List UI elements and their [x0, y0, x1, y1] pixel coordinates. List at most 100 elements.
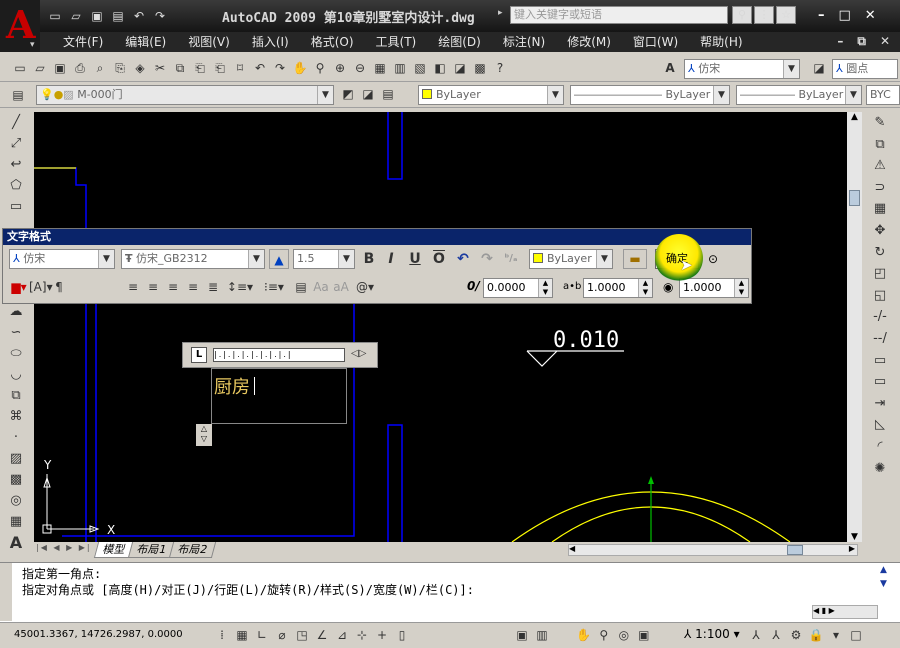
- menu-item[interactable]: 格式(O): [300, 34, 365, 50]
- insert-block-icon[interactable]: ⧉: [4, 385, 28, 406]
- cmd-scroll-up-icon[interactable]: ▲: [880, 565, 894, 575]
- mtext-input-box[interactable]: 厨房: [211, 368, 347, 424]
- scroll-left-icon[interactable]: ◀: [569, 544, 575, 553]
- cut-icon[interactable]: ✂: [150, 58, 170, 78]
- redo-tool-icon[interactable]: ↷: [270, 58, 290, 78]
- help-icon[interactable]: ?: [490, 58, 510, 78]
- options-icon[interactable]: ⊙: [705, 249, 721, 269]
- spline-icon[interactable]: ∽: [4, 322, 28, 343]
- align-right-icon[interactable]: ≡: [163, 277, 183, 297]
- open-icon[interactable]: ▱: [67, 8, 85, 24]
- gradient-icon[interactable]: ▩: [4, 469, 28, 490]
- lineweight-select[interactable]: ――――― ByLayer ▼: [736, 85, 862, 105]
- extend-icon[interactable]: --/: [866, 328, 894, 350]
- menu-item[interactable]: 窗口(W): [622, 34, 689, 50]
- chamfer-icon[interactable]: ◺: [866, 414, 894, 436]
- search-input[interactable]: 键入关键字或短语: [510, 6, 728, 24]
- menu-item[interactable]: 工具(T): [365, 34, 428, 50]
- scroll-up-icon[interactable]: ▲: [847, 112, 862, 128]
- preview-icon[interactable]: ⌕: [90, 58, 110, 78]
- save-icon[interactable]: ▣: [88, 8, 106, 24]
- ducs-icon[interactable]: ⊿: [332, 625, 352, 645]
- block-paste-icon[interactable]: ⎗: [210, 58, 230, 78]
- menu-item[interactable]: 绘图(D): [427, 34, 492, 50]
- doc-restore-icon[interactable]: ⧉: [857, 34, 866, 49]
- lwt-icon[interactable]: +: [372, 625, 392, 645]
- tf-style-select[interactable]: ⅄ 仿宋 ▼: [9, 249, 115, 269]
- maximize-icon[interactable]: □: [839, 8, 851, 23]
- rectangle-icon[interactable]: ▭: [4, 196, 28, 217]
- undo-tool-icon[interactable]: ↶: [250, 58, 270, 78]
- scroll-down-icon[interactable]: ▼: [847, 532, 862, 542]
- layer-select[interactable]: 💡●▨ M-000门 ▼: [36, 85, 334, 105]
- snap-icon[interactable]: ⁞: [212, 625, 232, 645]
- menu-item[interactable]: 视图(V): [177, 34, 241, 50]
- layer-current-icon[interactable]: ◩: [338, 84, 358, 104]
- paragraph-icon[interactable]: ¶: [49, 277, 69, 297]
- move-icon[interactable]: ✥: [866, 220, 894, 242]
- layout-icon[interactable]: ▥: [532, 625, 552, 645]
- uppercase-icon[interactable]: Aa: [311, 277, 331, 297]
- zoom-status-icon[interactable]: ⚲: [594, 625, 614, 645]
- steering-wheel-icon[interactable]: ◎: [614, 625, 634, 645]
- menu-item[interactable]: 插入(I): [241, 34, 300, 50]
- line-icon[interactable]: ╱: [4, 112, 28, 133]
- lowercase-icon[interactable]: aA: [331, 277, 351, 297]
- cmd-hscroll[interactable]: ◀ ▮ ▶: [812, 605, 878, 619]
- overline-button[interactable]: O: [429, 249, 449, 269]
- explode-icon[interactable]: ✺: [866, 458, 894, 480]
- text-style-icon[interactable]: A: [662, 58, 678, 78]
- annotative-icon[interactable]: ▲: [269, 249, 289, 269]
- tf-undo-icon[interactable]: ↶: [453, 249, 473, 269]
- save-file-icon[interactable]: ▣: [50, 58, 70, 78]
- doc-close-icon[interactable]: ✕: [880, 34, 890, 49]
- tf-color-select[interactable]: ByLayer ▼: [529, 249, 613, 269]
- linetype-select[interactable]: ―――――――― ByLayer ▼: [570, 85, 730, 105]
- sheet-set-icon[interactable]: ◧: [430, 58, 450, 78]
- design-center-icon[interactable]: ▥: [390, 58, 410, 78]
- pan-icon[interactable]: ✋: [290, 58, 310, 78]
- close-icon[interactable]: ✕: [865, 8, 876, 23]
- align-left-icon[interactable]: ≡: [123, 277, 143, 297]
- minimize-icon[interactable]: –: [818, 8, 825, 23]
- tf-height-select[interactable]: 1.5 ▼: [293, 249, 355, 269]
- scroll-thumb[interactable]: [849, 190, 860, 206]
- layer-states-icon[interactable]: ▤: [378, 84, 398, 104]
- open-file-icon[interactable]: ▱: [30, 58, 50, 78]
- zoom-previous-icon[interactable]: ⊖: [350, 58, 370, 78]
- horizontal-scrollbar[interactable]: ◀ ▶: [568, 544, 858, 556]
- numbering-icon[interactable]: ⁝≡▾: [257, 277, 291, 297]
- insert-field-icon[interactable]: ▤: [291, 277, 311, 297]
- offset-icon[interactable]: ⊃: [866, 177, 894, 199]
- qnew-icon[interactable]: ▭: [10, 58, 30, 78]
- distribute-icon[interactable]: ≣: [203, 277, 223, 297]
- favorites-icon[interactable]: ☆: [776, 6, 796, 24]
- otrack-icon[interactable]: ∠: [312, 625, 332, 645]
- mtext-icon[interactable]: A: [4, 532, 28, 553]
- pan-status-icon[interactable]: ✋: [574, 625, 594, 645]
- model-space-icon[interactable]: ▣: [512, 625, 532, 645]
- menu-item[interactable]: 标注(N): [492, 34, 556, 50]
- layout-tab-2[interactable]: 布局2: [168, 542, 217, 558]
- clean-screen-icon[interactable]: □: [846, 625, 866, 645]
- break-at-point-icon[interactable]: ▭: [866, 350, 894, 372]
- copy-icon[interactable]: ⧉: [170, 58, 190, 78]
- menu-item[interactable]: 文件(F): [52, 34, 114, 50]
- erase-icon[interactable]: ✎: [866, 112, 894, 134]
- layer-manager-icon[interactable]: ▤: [8, 85, 28, 105]
- publish-icon[interactable]: ⎘: [110, 58, 130, 78]
- italic-button[interactable]: I: [381, 249, 401, 269]
- region-icon[interactable]: ◎: [4, 490, 28, 511]
- polar-icon[interactable]: ⌀: [272, 625, 292, 645]
- drawing-canvas[interactable]: 0.010 Y X L |.|.|.|.|.|.|.|.| ◁▷ 厨房 △ ▽: [34, 112, 848, 542]
- mirror-icon[interactable]: ⚠: [866, 155, 894, 177]
- break-icon[interactable]: ▭: [866, 371, 894, 393]
- ruler-resize-icon[interactable]: ◁▷: [351, 348, 366, 359]
- height-resize-icon[interactable]: △ ▽: [196, 424, 212, 446]
- fillet-icon[interactable]: ◜: [866, 436, 894, 458]
- print-icon[interactable]: ▤: [109, 8, 127, 24]
- dim-style-select[interactable]: ⅄ 圆点: [832, 59, 898, 79]
- stretch-icon[interactable]: ◱: [866, 285, 894, 307]
- ellipse-icon[interactable]: ⬭: [4, 343, 28, 364]
- qp-icon[interactable]: ▯: [392, 625, 412, 645]
